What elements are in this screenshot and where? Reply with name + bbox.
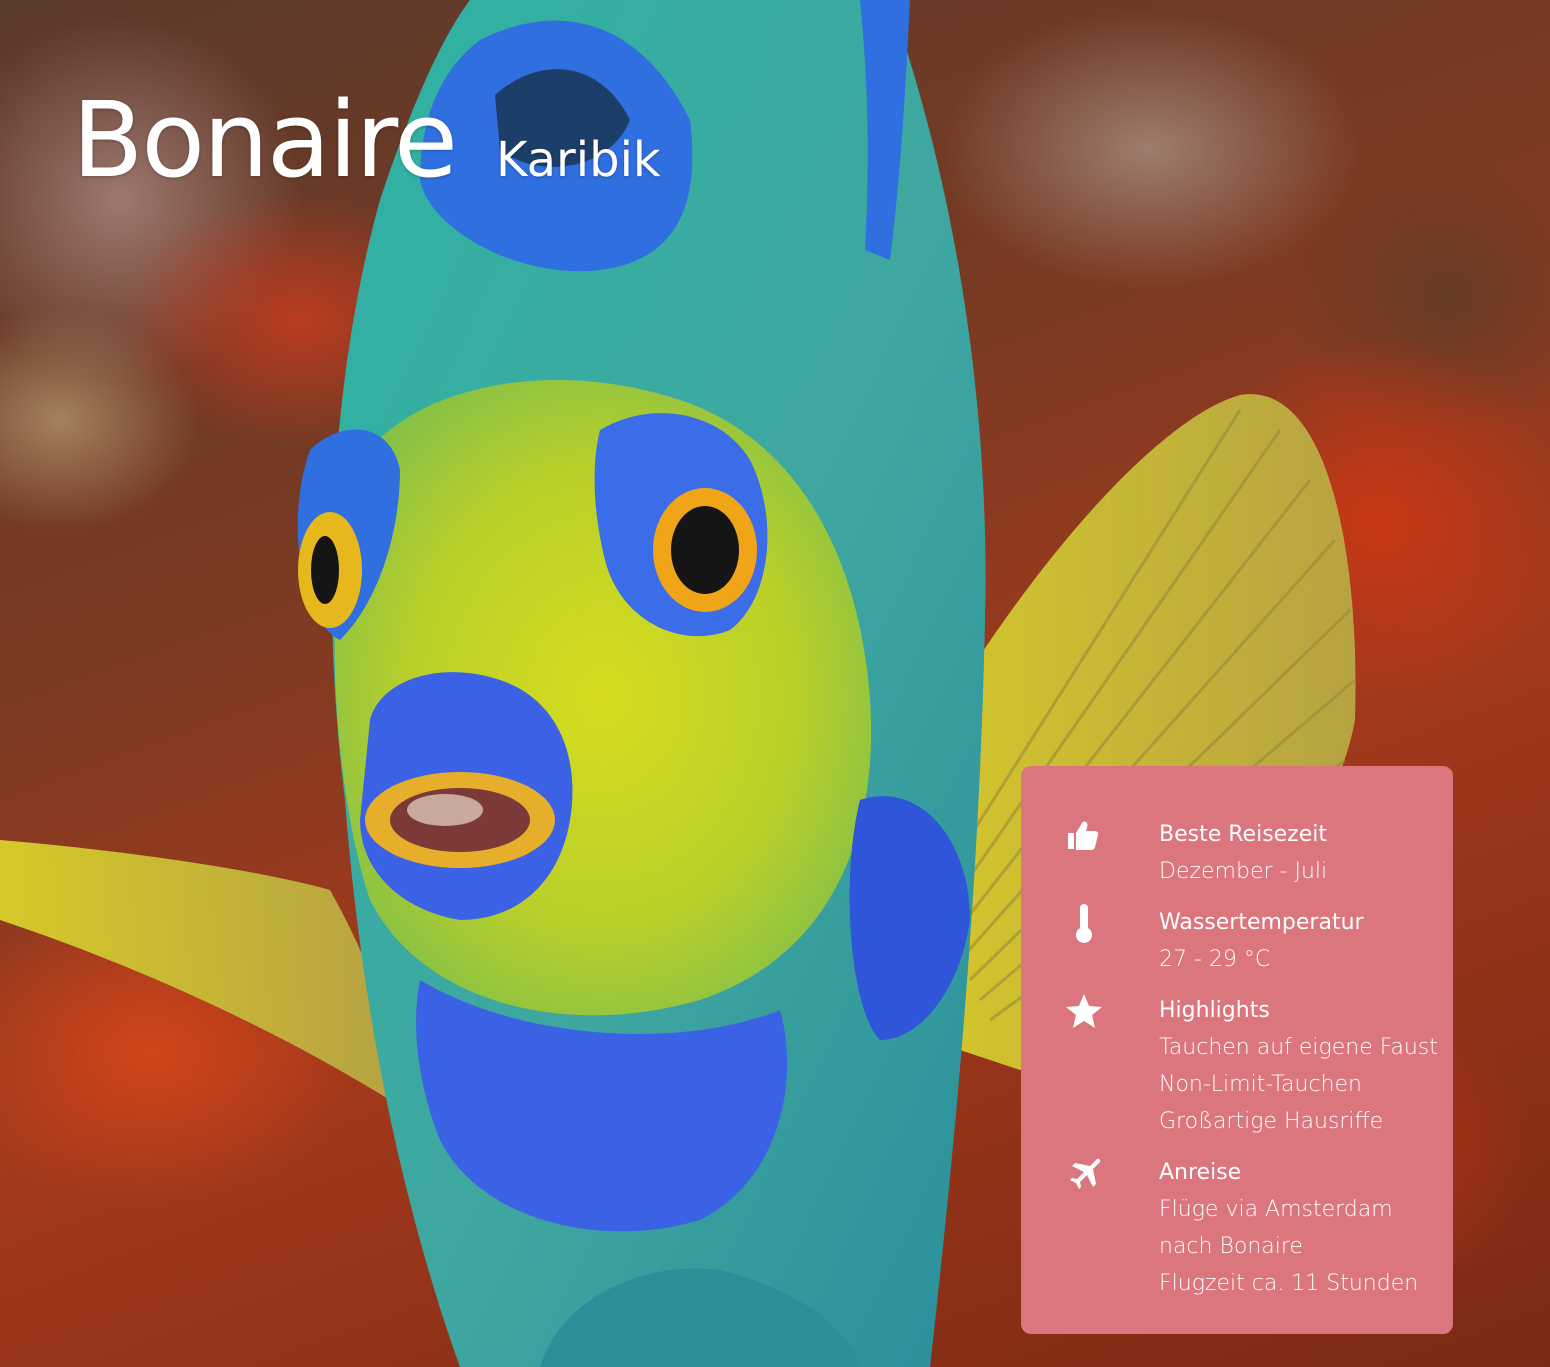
page-title: Bonaire xyxy=(72,79,458,201)
airplane-icon xyxy=(1063,1154,1105,1196)
info-card: Beste Reisezeit Dezember - Juli Wasserte… xyxy=(1021,766,1453,1334)
info-row-highlights: Highlights Tauchen auf eigene Faust Non-… xyxy=(1021,992,1453,1140)
info-value: Großartige Hausriffe xyxy=(1159,1109,1384,1134)
page-subtitle: Karibik xyxy=(495,132,661,188)
info-value: Flüge via Amsterdam xyxy=(1159,1197,1393,1222)
thermometer-icon xyxy=(1063,904,1105,946)
thumbs-up-icon xyxy=(1063,816,1105,858)
hero-section: Bonaire Karibik Beste Reisezeit Dezember… xyxy=(0,0,1550,1367)
info-label: Beste Reisezeit xyxy=(1159,822,1328,847)
info-value: 27 - 29 °C xyxy=(1159,947,1271,972)
info-row-water-temperature: Wassertemperatur 27 - 29 °C xyxy=(1021,904,1453,978)
info-row-travel-season: Beste Reisezeit Dezember - Juli xyxy=(1021,816,1453,890)
info-label: Wassertemperatur xyxy=(1159,910,1364,935)
star-icon xyxy=(1063,992,1105,1034)
info-value: Dezember - Juli xyxy=(1159,859,1328,884)
info-label: Highlights xyxy=(1159,998,1270,1023)
info-value: Tauchen auf eigene Faust xyxy=(1159,1035,1438,1060)
info-value: Flugzeit ca. 11 Stunden xyxy=(1159,1271,1419,1296)
info-label: Anreise xyxy=(1159,1160,1242,1185)
info-value: Non-Limit-Tauchen xyxy=(1159,1072,1362,1097)
destination-heading: Bonaire Karibik xyxy=(72,88,661,192)
info-value: nach Bonaire xyxy=(1159,1234,1303,1259)
info-row-arrival: Anreise Flüge via Amsterdam nach Bonaire… xyxy=(1021,1154,1453,1302)
